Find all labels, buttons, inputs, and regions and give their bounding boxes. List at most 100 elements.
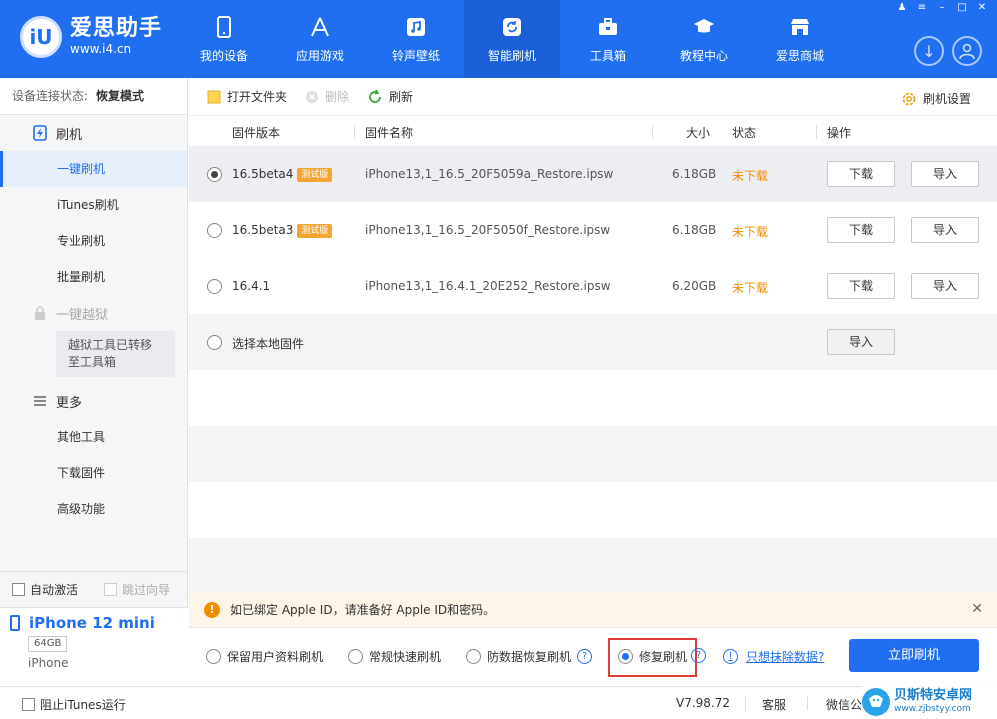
sidebar-item-download-firmware[interactable]: 下载固件 <box>0 455 187 491</box>
wechat-link[interactable]: 微信公 <box>826 696 862 713</box>
beta-badge: 测试版 <box>297 168 333 182</box>
flash-settings-button[interactable]: 刷机设置 <box>901 90 971 107</box>
nav-toolbox[interactable]: 工具箱 <box>560 0 656 78</box>
mode-label: 保留用户资料刷机 <box>227 650 324 664</box>
download-button[interactable]: 下载 <box>827 217 895 243</box>
block-itunes-option[interactable]: 阻止iTunes运行 <box>22 696 126 713</box>
apple-id-notice: ! 如已绑定 Apple ID，请准备好 Apple ID和密码。 ✕ <box>189 592 997 627</box>
firmware-radio[interactable] <box>207 279 222 294</box>
status-bar: 阻止iTunes运行 V7.98.72 客服 微信公 <box>0 686 997 719</box>
mode-radio[interactable] <box>466 649 481 664</box>
refresh-button[interactable]: 刷新 <box>367 88 413 105</box>
refresh-icon <box>503 17 521 36</box>
watermark-url: www.zjbstyy.com <box>894 704 971 714</box>
table-row[interactable]: 16.4.1 iPhone13,1_16.4.1_20E252_Restore.… <box>189 258 997 314</box>
nav-ringtones[interactable]: 铃声壁纸 <box>368 0 464 78</box>
apps-icon <box>311 17 329 36</box>
refresh-label: 刷新 <box>389 90 414 104</box>
firmware-status: 未下载 <box>732 225 769 239</box>
download-button[interactable]: 下载 <box>827 161 895 187</box>
nav-tutorials[interactable]: 教程中心 <box>656 0 752 78</box>
app-name: 爱思助手 <box>70 16 163 41</box>
phone-icon <box>217 15 231 38</box>
help-icon[interactable]: ? <box>577 649 593 664</box>
nav-store[interactable]: 爱思商城 <box>752 0 848 78</box>
table-row-empty <box>189 370 997 426</box>
nav-label: 智能刷机 <box>487 48 536 63</box>
mode-radio[interactable] <box>206 649 221 664</box>
block-itunes-label: 阻止iTunes运行 <box>40 698 126 712</box>
nav-my-device[interactable]: 我的设备 <box>176 0 272 78</box>
nav-label: 铃声壁纸 <box>391 48 440 63</box>
toolbar: 打开文件夹 删除 刷新 刷机设置 <box>189 78 997 116</box>
sidebar-item-pro-flash[interactable]: 专业刷机 <box>0 223 187 259</box>
sidebar-group-jailbreak: 一键越狱 <box>0 295 187 331</box>
customer-service-link[interactable]: 客服 <box>762 696 786 713</box>
flash-mode-bar: 保留用户资料刷机 常规快速刷机 防数据恢复刷机 ? 修复刷机 ? ! 只想抹除数… <box>189 627 997 684</box>
nav-smart-flash[interactable]: 智能刷机 <box>464 0 560 78</box>
col-status: 状态 <box>732 126 757 140</box>
local-firmware-label: 选择本地固件 <box>232 337 305 351</box>
delete-button[interactable]: 删除 <box>305 88 349 105</box>
status-value: 恢复模式 <box>96 89 145 103</box>
firmware-size: 6.18GB <box>672 167 717 181</box>
firmware-radio[interactable] <box>207 223 222 238</box>
warning-icon: ! <box>204 601 220 618</box>
import-button[interactable]: 导入 <box>911 217 979 243</box>
beta-badge: 测试版 <box>297 224 333 238</box>
import-button[interactable]: 导入 <box>911 273 979 299</box>
firmware-status: 未下载 <box>732 169 769 183</box>
mode-anti-recovery[interactable]: 防数据恢复刷机 ? <box>466 648 593 665</box>
maximize-icon[interactable]: □ <box>953 2 971 15</box>
mode-repair-flash[interactable]: 修复刷机 <box>618 648 687 665</box>
refresh-icon <box>369 89 381 103</box>
menu-icon[interactable]: ≡ <box>913 2 931 15</box>
download-icon[interactable]: ↓ <box>914 36 944 66</box>
sidebar-item-advanced[interactable]: 高级功能 <box>0 491 187 527</box>
help-icon[interactable]: ? <box>691 648 706 663</box>
nav-apps-games[interactable]: 应用游戏 <box>272 0 368 78</box>
local-firmware-radio[interactable] <box>207 335 222 350</box>
nav-label: 我的设备 <box>199 48 248 63</box>
auto-activate-row: 自动激活 跳过向导 <box>0 571 188 607</box>
sidebar-group-more[interactable]: 更多 <box>0 383 187 419</box>
user-icon[interactable] <box>952 36 982 66</box>
auto-activate-checkbox[interactable] <box>12 583 25 596</box>
mode-quick-flash[interactable]: 常规快速刷机 <box>348 648 441 665</box>
close-icon[interactable]: ✕ <box>971 601 983 617</box>
mode-radio[interactable] <box>348 649 363 664</box>
col-name: 固件名称 <box>365 126 414 140</box>
device-phone-icon <box>10 615 20 631</box>
store-icon <box>791 18 809 35</box>
toolbox-icon <box>599 17 617 35</box>
watermark-logo-icon <box>862 687 890 716</box>
table-row-local-firmware[interactable]: 选择本地固件 导入 <box>189 314 997 370</box>
info-icon: ! <box>723 649 738 664</box>
minimize-icon[interactable]: – <box>933 2 951 15</box>
firmware-radio[interactable] <box>207 167 222 182</box>
local-import-button[interactable]: 导入 <box>827 329 895 355</box>
flash-now-button[interactable]: 立即刷机 <box>849 639 979 672</box>
sidebar: 设备连接状态: 恢复模式 刷机 一键刷机 iTunes刷机 专业刷机 批量刷机 一… <box>0 78 188 686</box>
mode-keep-data[interactable]: 保留用户资料刷机 <box>206 648 323 665</box>
close-icon[interactable]: ✕ <box>973 2 991 15</box>
sidebar-item-batch-flash[interactable]: 批量刷机 <box>0 259 187 295</box>
sidebar-item-other-tools[interactable]: 其他工具 <box>0 419 187 455</box>
block-itunes-checkbox[interactable] <box>22 698 35 711</box>
skin-icon[interactable]: ♟ <box>893 2 911 15</box>
flash-icon <box>33 125 47 141</box>
open-folder-button[interactable]: 打开文件夹 <box>207 88 287 105</box>
mode-label: 常规快速刷机 <box>369 650 442 664</box>
import-button[interactable]: 导入 <box>911 161 979 187</box>
table-row[interactable]: 16.5beta4 测试版 iPhone13,1_16.5_20F5059a_Re… <box>189 146 997 202</box>
erase-data-link[interactable]: ! 只想抹除数据? <box>723 648 824 665</box>
skip-guide-checkbox[interactable] <box>104 583 118 596</box>
nav-label: 爱思商城 <box>775 48 824 63</box>
table-row[interactable]: 16.5beta3 测试版 iPhone13,1_16.5_20F5050f_Re… <box>189 202 997 258</box>
mode-radio[interactable] <box>618 649 633 664</box>
col-version: 固件版本 <box>232 126 281 140</box>
download-button[interactable]: 下载 <box>827 273 895 299</box>
sidebar-item-itunes-flash[interactable]: iTunes刷机 <box>0 187 187 223</box>
sidebar-group-flash[interactable]: 刷机 <box>0 115 187 151</box>
sidebar-item-one-click-flash[interactable]: 一键刷机 <box>0 151 187 187</box>
